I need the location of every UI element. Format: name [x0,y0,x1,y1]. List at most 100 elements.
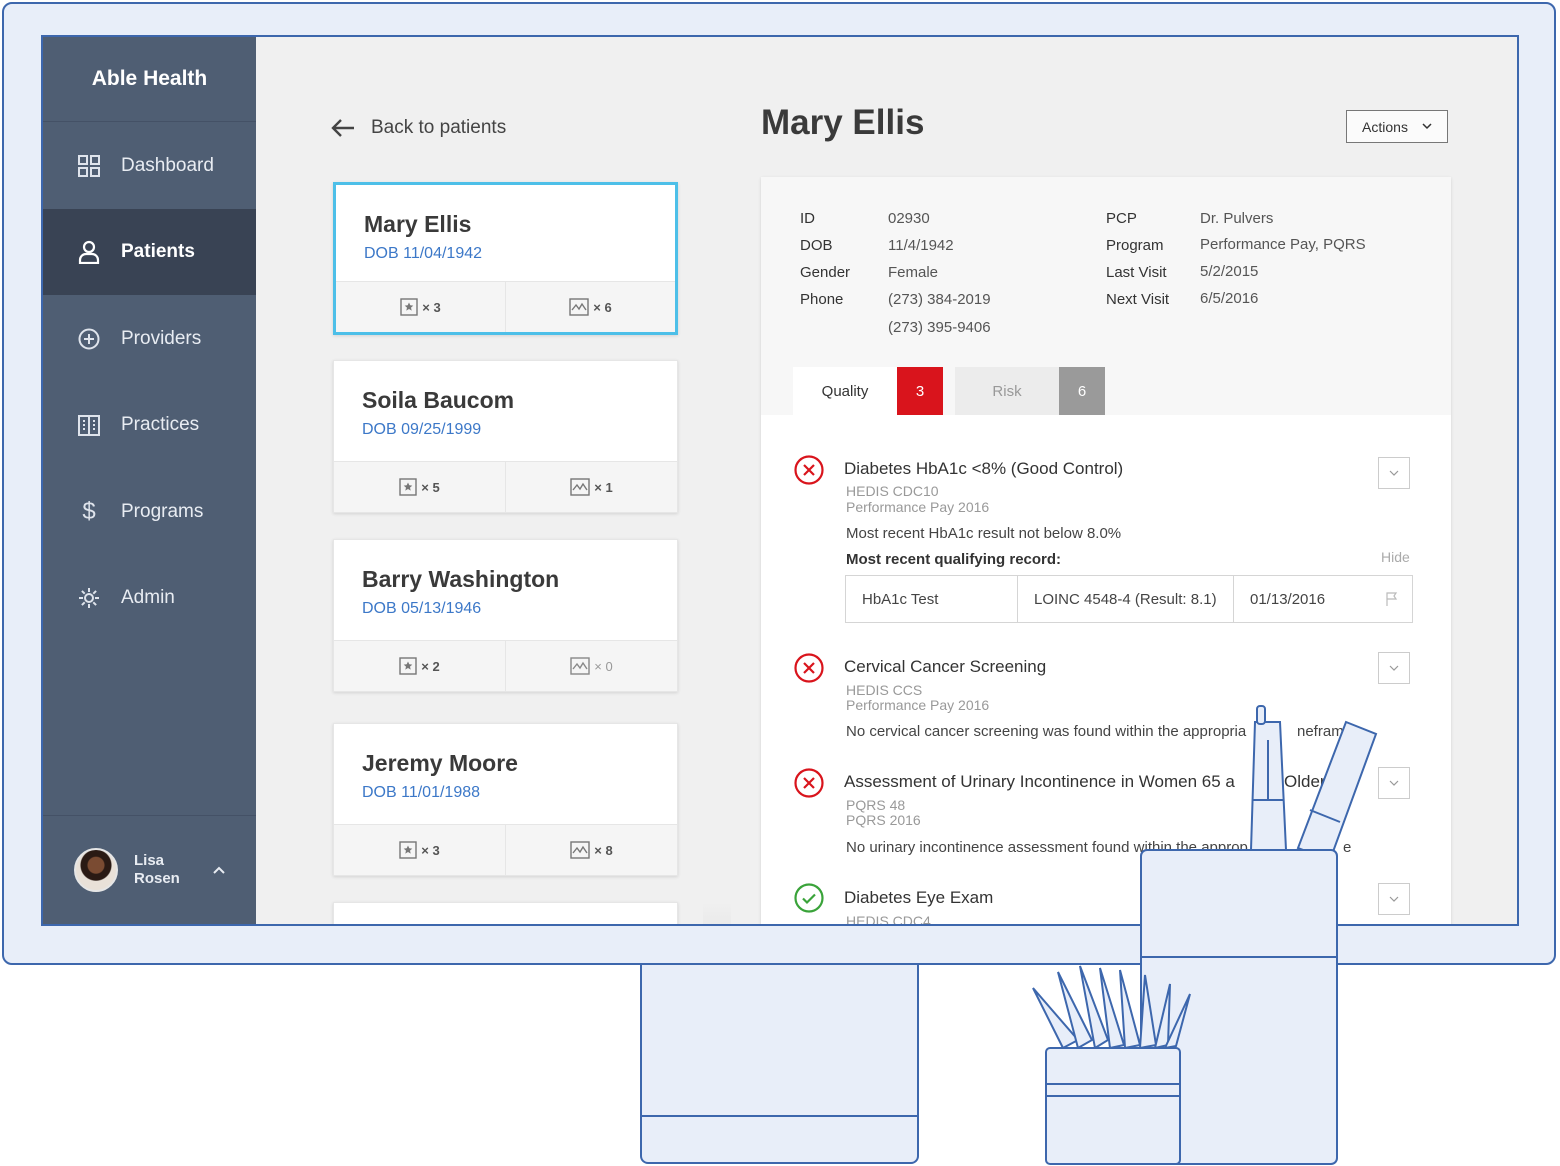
info-value: 6/5/2016 [1200,290,1259,307]
dollar-icon: $ [82,498,96,525]
measure-result-text: No urinary incontinence assessment found… [846,839,1248,856]
patient-card[interactable]: Mary Ellis DOB 11/04/1942 × 3 × 6 [333,182,678,335]
info-value: 11/4/1942 [888,237,954,254]
hide-link[interactable]: Hide [1381,549,1410,565]
info-value: (273) 395-9406 [888,319,991,336]
patient-name: Mary Ellis [364,211,472,237]
tab-quality[interactable]: Quality [793,367,897,415]
chart-box-icon [570,657,590,675]
record-heading: Most recent qualifying record: [846,551,1062,568]
expand-button[interactable] [1378,767,1410,799]
patient-card[interactable] [333,902,678,924]
patient-card[interactable]: Jeremy Moore DOB 11/01/1988 × 3 × 8 [333,723,678,876]
arrow-left-icon [331,119,354,137]
avatar [74,848,118,892]
sidebar-item-label: Programs [121,501,204,522]
measure-title[interactable]: Diabetes Eye Exam [844,888,993,908]
patient-dob: DOB 05/13/1946 [362,600,482,617]
chevron-down-icon [1389,665,1399,671]
patient-dob: DOB 11/01/1988 [362,784,481,801]
plus-circle-icon [77,327,101,351]
page-title: Mary Ellis [761,103,925,142]
info-label: Program [1106,237,1164,254]
info-label: Phone [800,291,844,308]
chart-box-icon [570,841,590,859]
patient-card[interactable]: Soila Baucom DOB 09/25/1999 × 5 × 1 [333,360,678,513]
measure-code: HEDIS CDC4 [846,913,931,926]
chevron-down-icon [1389,470,1399,476]
chevron-up-icon [212,862,226,878]
sidebar-item-providers[interactable]: Providers [43,296,256,382]
back-to-patients-link[interactable]: Back to patients [331,113,506,143]
sidebar-item-patients[interactable]: Patients [43,209,256,295]
star-box-icon [399,478,417,496]
actions-dropdown[interactable]: Actions [1346,110,1448,143]
measure-result-text: No cervical cancer screening was found w… [846,723,1247,740]
sidebar-item-practices[interactable]: Practices [43,382,256,468]
expand-button[interactable] [1378,457,1410,489]
measure-title[interactable]: Diabetes HbA1c <8% (Good Control) [844,459,1123,479]
sidebar: Able Health Dashboard Patients Providers… [43,37,256,924]
monitor-stand [640,965,919,1164]
info-value: Female [888,264,939,281]
sidebar-item-label: Patients [121,241,195,262]
info-label: PCP [1106,210,1137,227]
measure-program: PQRS 2016 [846,812,921,828]
expand-button[interactable] [1378,883,1410,915]
quality-count: × 5 [334,462,505,512]
chevron-down-icon [1389,780,1399,786]
gear-icon [77,586,101,610]
pass-icon [794,883,824,913]
chart-box-icon [569,298,589,316]
measure-program: Performance Pay 2016 [846,697,990,713]
risk-count: × 0 [505,641,677,691]
measure-code: HEDIS CCS [846,682,923,698]
plant-pot [1045,1047,1181,1165]
info-value: 5/2/2015 [1200,263,1259,280]
risk-count-badge[interactable]: 6 [1059,367,1105,415]
measure-title[interactable]: Cervical Cancer Screening [844,657,1046,677]
record-test: HbA1c Test [862,590,939,608]
fail-icon [794,653,824,683]
record-code: LOINC 4548-4 (Result: 8.1) [1017,576,1233,622]
grid-icon [77,154,101,178]
sidebar-item-dashboard[interactable]: Dashboard [43,123,256,209]
measure-result-text: Most recent HbA1c result not below 8.0% [846,525,1122,542]
info-value: (273) 384-2019 [888,291,991,308]
user-icon [77,240,101,264]
patient-name: Soila Baucom [362,387,515,413]
measure-program: Performance Pay 2016 [846,499,990,515]
quality-count-badge[interactable]: 3 [897,367,943,415]
risk-count: × 1 [505,462,677,512]
brand-logo[interactable]: Able Health [43,37,256,122]
patient-card[interactable]: Barry Washington DOB 05/13/1946 × 2 × 0 [333,539,678,692]
sidebar-item-programs[interactable]: $ Programs [43,469,256,555]
fail-icon [794,768,824,798]
measure-result-text-tail: neframe [1297,723,1353,740]
patient-name: Barry Washington [362,566,560,592]
measure-title-tail: Older [1284,772,1326,791]
info-label: Gender [800,264,851,281]
info-label: ID [800,210,815,227]
measure-title[interactable]: Assessment of Urinary Incontinence in Wo… [844,772,1235,792]
scrollbar[interactable] [703,902,731,924]
user-menu[interactable]: Lisa Rosen [43,815,256,924]
quality-count: × 3 [334,825,505,875]
chevron-down-icon [1422,123,1432,130]
building-icon [77,413,101,437]
sidebar-item-label: Dashboard [121,155,214,176]
flag-icon[interactable] [1386,592,1398,606]
info-value: 02930 [888,210,930,227]
chart-box-icon [570,478,590,496]
info-label: Next Visit [1106,291,1170,308]
patient-dob: DOB 09/25/1999 [362,421,482,438]
sidebar-item-admin[interactable]: Admin [43,555,256,641]
expand-button[interactable] [1378,652,1410,684]
risk-count: × 6 [505,282,675,332]
measure-code: HEDIS CDC10 [846,483,939,499]
measure-result-text-tail: e [1343,839,1352,856]
patient-name: Jeremy Moore [362,750,518,776]
info-label: Last Visit [1106,264,1167,281]
tab-risk[interactable]: Risk [955,367,1059,415]
star-box-icon [399,841,417,859]
